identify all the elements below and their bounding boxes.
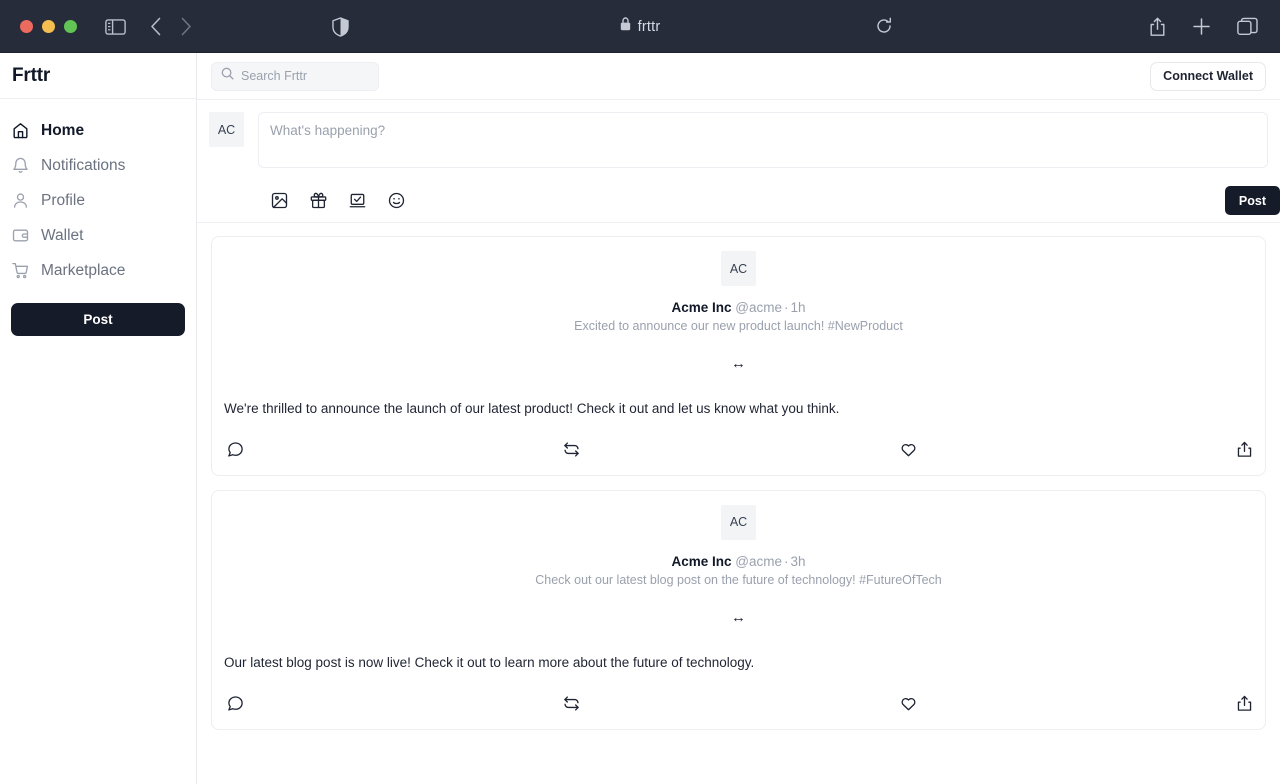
browser-chrome: frttr xyxy=(0,0,1280,53)
post-card: AC Acme Inc @acme · 3h Check out our lates… xyxy=(211,489,1266,730)
post-actions xyxy=(224,679,1253,729)
sidebar-item-label: Marketplace xyxy=(41,261,126,279)
sidebar-item-notifications[interactable]: Notifications xyxy=(0,148,196,183)
post-body: Our latest blog post is now live! Check … xyxy=(224,654,755,670)
navigation-arrows xyxy=(150,17,192,36)
sidebar-item-profile[interactable]: Profile xyxy=(0,183,196,218)
sidebar-item-marketplace[interactable]: Marketplace xyxy=(0,253,196,288)
connect-wallet-button[interactable]: Connect Wallet xyxy=(1150,61,1266,91)
composer-post-button[interactable]: Post xyxy=(1224,186,1280,215)
avatar: AC xyxy=(721,251,756,286)
zoom-window-button[interactable] xyxy=(64,20,77,33)
chevron-left-icon[interactable] xyxy=(150,17,162,36)
post-author-handle[interactable]: @acme xyxy=(735,554,782,569)
image-icon[interactable] xyxy=(271,192,288,209)
sidebar-item-label: Wallet xyxy=(41,226,84,244)
sidebar-post-button[interactable]: Post xyxy=(11,303,185,336)
composer-avatar: AC xyxy=(209,112,244,147)
window-controls xyxy=(0,20,77,33)
reload-icon[interactable] xyxy=(875,17,893,35)
post-author-name[interactable]: Acme Inc xyxy=(671,554,731,569)
chevron-right-icon[interactable] xyxy=(180,17,192,36)
emoji-icon[interactable] xyxy=(388,192,405,209)
composer-textarea[interactable]: What's happening? xyxy=(258,112,1268,168)
like-icon[interactable] xyxy=(900,695,917,712)
main-topbar: Connect Wallet xyxy=(197,53,1280,100)
post-author-handle[interactable]: @acme xyxy=(735,300,782,315)
minimize-window-button[interactable] xyxy=(42,20,55,33)
privacy-shield-icon[interactable] xyxy=(332,16,349,37)
cart-icon xyxy=(12,262,29,279)
post-subtitle: Excited to announce our new product laun… xyxy=(574,319,903,333)
wallet-icon xyxy=(12,227,29,244)
sidebar-item-label: Home xyxy=(41,121,85,139)
search-box[interactable] xyxy=(211,61,379,91)
sidebar-nav: Home Notifications Profile Wallet Market… xyxy=(0,99,196,288)
page-body: Frttr Home Notifications Profile Wallet … xyxy=(0,53,1280,784)
broken-image-placeholder-icon: ↔ xyxy=(731,608,746,626)
post-subtitle: Check out our latest blog post on the fu… xyxy=(535,572,942,587)
post-body: We're thrilled to announce the launch of… xyxy=(224,401,840,416)
post-author-name[interactable]: Acme Inc xyxy=(671,300,731,315)
search-input[interactable] xyxy=(241,69,369,83)
like-icon[interactable] xyxy=(900,441,917,458)
sidebar-item-home[interactable]: Home xyxy=(0,113,196,148)
share-icon[interactable] xyxy=(1149,17,1166,37)
app-sidebar: Frttr Home Notifications Profile Wallet … xyxy=(0,53,197,784)
bell-icon xyxy=(12,157,29,174)
sidebar-item-label: Profile xyxy=(41,191,85,209)
repost-icon[interactable] xyxy=(563,441,580,458)
sidebar-item-wallet[interactable]: Wallet xyxy=(0,218,196,253)
comment-icon[interactable] xyxy=(227,695,244,712)
brand-title: Frttr xyxy=(0,53,196,99)
comment-icon[interactable] xyxy=(227,441,244,458)
plus-icon[interactable] xyxy=(1192,17,1211,36)
person-icon xyxy=(12,192,29,209)
gift-icon[interactable] xyxy=(310,192,327,209)
share-post-icon[interactable] xyxy=(1236,695,1253,712)
search-icon xyxy=(221,67,234,85)
composer-action-icons xyxy=(209,192,405,209)
lock-icon xyxy=(620,17,631,36)
post-meta: Acme Inc @acme · 1h Excited to announce ou… xyxy=(574,300,903,333)
close-window-button[interactable] xyxy=(20,20,33,33)
sidebar-toggle-icon[interactable] xyxy=(105,18,126,35)
post-card: AC Acme Inc @acme · 1h Excited to announce… xyxy=(211,236,1266,476)
post-composer: AC What's happening? Post xyxy=(197,100,1280,223)
sidebar-item-label: Notifications xyxy=(41,156,126,174)
post-actions xyxy=(224,425,1253,475)
share-post-icon[interactable] xyxy=(1236,441,1253,458)
composer-placeholder: What's happening? xyxy=(270,123,386,138)
repost-icon[interactable] xyxy=(563,695,580,712)
post-timestamp: 1h xyxy=(790,300,806,315)
url-bar[interactable]: frttr xyxy=(0,0,1280,53)
post-meta: Acme Inc @acme · 3h Check out our latest b… xyxy=(535,554,942,587)
post-timestamp: 3h xyxy=(790,553,806,569)
poll-icon[interactable] xyxy=(349,192,366,209)
main-content: Connect Wallet AC What's happening? xyxy=(197,53,1280,784)
avatar: AC xyxy=(721,504,756,540)
broken-image-placeholder-icon: ↔ xyxy=(731,355,746,372)
app-window: frttr Frttr Home Notifications Profile W… xyxy=(0,0,1280,784)
tab-overview-icon[interactable] xyxy=(1237,17,1258,36)
url-text: frttr xyxy=(637,18,661,35)
home-icon xyxy=(12,122,29,139)
chrome-right-actions xyxy=(1149,17,1280,37)
post-feed: AC Acme Inc @acme · 1h Excited to announce… xyxy=(197,223,1280,784)
